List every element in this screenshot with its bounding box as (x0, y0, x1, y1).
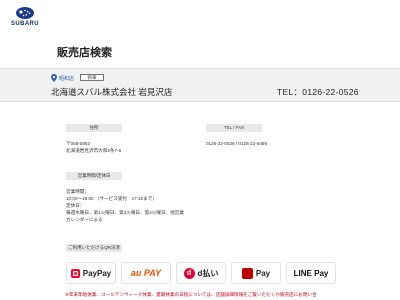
paypay-label: PayPay (82, 268, 112, 278)
paypay-card: PayPay (66, 262, 116, 284)
dealer-region-label: 昭和店 (59, 75, 75, 82)
hours-line: 営業時間： (66, 189, 89, 194)
dealer-tel[interactable]: TEL：0126-22-0526 (277, 86, 359, 98)
site-header: SUBARU (0, 0, 400, 36)
postal-code: 〒068-0852 (66, 141, 91, 146)
subaru-logo-icon (16, 7, 34, 19)
hours-line: 毎週水曜日、第1火曜日、第3火曜日、第4火曜日、他営業 (66, 210, 184, 215)
d-barai-label: d払い (197, 268, 219, 278)
line-pay-logo: LINE Pay (293, 268, 329, 278)
map-pin-icon (51, 74, 57, 82)
subaru-logo[interactable]: SUBARU (8, 7, 42, 31)
hours-line: カレンダーによる (66, 217, 103, 222)
au-pay-logo: au PAY (130, 268, 162, 278)
d-barai-icon: d (183, 267, 195, 279)
dealer-name: 北海道スバル株式会社 岩見沢店 (51, 87, 173, 97)
payment-logos: PayPay au PAY d d払い Pay LINE Pay (66, 262, 336, 284)
rakuten-pay-label: Pay (255, 268, 271, 278)
paypay-icon (70, 268, 80, 278)
logo-text: SUBARU (10, 21, 40, 27)
rakuten-pay-card: Pay (231, 262, 281, 284)
address-line: 北海道岩見沢市大和2条7-6 (66, 148, 122, 153)
line-pay-card: LINE Pay (286, 262, 336, 284)
holiday-note: ※年末年始休業、ゴールデンウィーク休業、夏期休業の日程については、店舗詳細情報を… (65, 292, 317, 297)
qr-payment-label: ご利用いただけるQR決済 (66, 244, 122, 252)
hours-line: 定休日： (66, 203, 85, 208)
d-barai-card: d d払い (176, 262, 226, 284)
tel-fax-numbers: 0126-22-0526 / 0126-22-6489 (206, 141, 268, 146)
page-title: 販売店検索 (57, 47, 112, 59)
new-car-tag: 新車 (80, 74, 104, 81)
hours-line: 10:00～18:00 （サービス受付 17:15まで） (66, 196, 157, 201)
dealer-info-panel: 昭和店 新車 北海道スバル株式会社 岩見沢店 TEL：0126-22-0526 (0, 68, 400, 102)
tel-fax-label: TEL / FAX (206, 124, 262, 132)
rakuten-pay-icon (241, 267, 253, 279)
au-pay-card: au PAY (121, 262, 171, 284)
dealer-region[interactable]: 昭和店 (51, 74, 74, 82)
address-label: 住所 (66, 124, 122, 132)
hours-label: 営業時間/定休日 (66, 172, 122, 180)
